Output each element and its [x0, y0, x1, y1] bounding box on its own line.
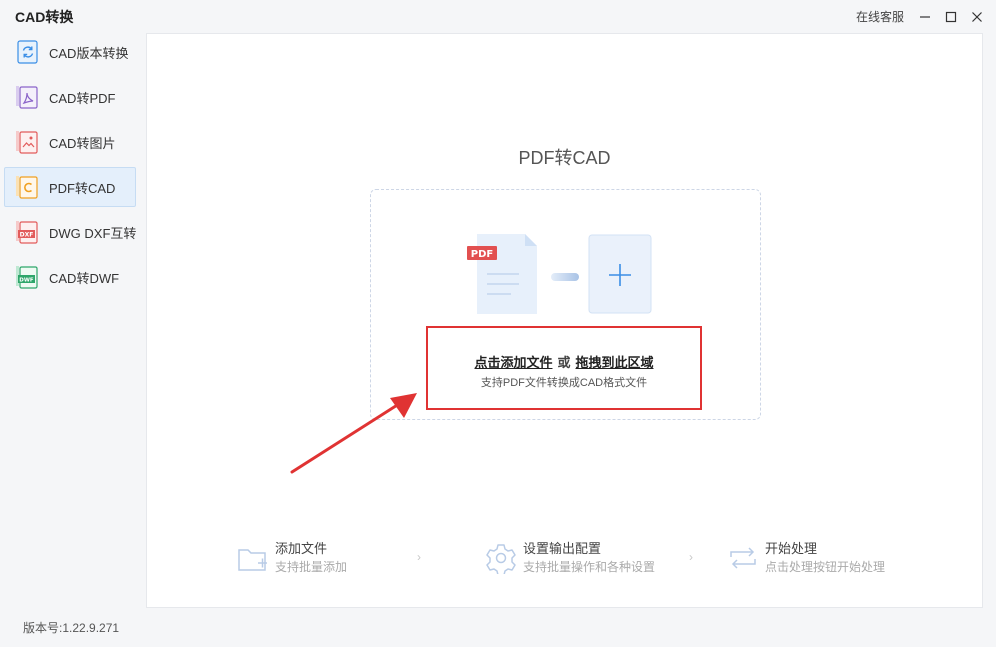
repeat-icon [730, 547, 756, 569]
minimize-icon [920, 15, 930, 18]
sidebar-item-label: DWG DXF互转 [49, 225, 137, 241]
online-service-link[interactable]: 在线客服 [856, 8, 904, 25]
pdf-badge: PDF [471, 249, 493, 260]
step-output-settings: 设置输出配置 支持批量操作和各种设置 [485, 540, 655, 576]
page-title: PDF转CAD [518, 148, 611, 168]
minimize-button[interactable] [918, 10, 932, 24]
step-separator-chevron-icon: › [689, 550, 693, 564]
pdf-file-icon [16, 86, 38, 109]
refresh-file-icon [17, 40, 38, 64]
step-title: 设置输出配置 [523, 541, 602, 556]
red-arrow-annotation [290, 393, 417, 474]
main-panel: PDF转CAD PDF 点击添加文件 或 拖拽到此区域 支持PDF文件转换成CA… [146, 33, 983, 608]
drag-here-link[interactable]: 拖拽到此区域 [576, 355, 654, 370]
maximize-button[interactable] [944, 10, 958, 24]
step-title: 添加文件 [275, 541, 328, 556]
pdf-add-illustration: PDF [467, 234, 652, 314]
sidebar-item-cad-to-image[interactable]: CAD转图片 [4, 122, 136, 162]
click-add-file-link[interactable]: 点击添加文件 [474, 355, 552, 370]
gear-icon [486, 544, 516, 574]
file-dropzone[interactable]: PDF 点击添加文件或拖拽到此区域 支持PDF文件转换成CAD格式文件 [370, 189, 761, 420]
steps-bar: 添加文件 支持批量添加 › 设置输出配置 支持批量操作和各种设置 › 开始处理 … [237, 540, 937, 580]
sidebar-item-label: PDF转CAD [49, 180, 116, 196]
sidebar-item-label: CAD转图片 [49, 135, 116, 151]
step-start-processing: 开始处理 点击处理按钮开始处理 [727, 540, 885, 576]
step-subtitle: 支持批量添加 [275, 560, 348, 574]
step-title: 开始处理 [765, 541, 818, 556]
sidebar-item-cad-version[interactable]: CAD版本转换 [4, 32, 136, 72]
instruction-highlight-box: 点击添加文件或拖拽到此区域 支持PDF文件转换成CAD格式文件 [426, 326, 702, 410]
sidebar-item-dwg-dxf[interactable]: DXF DWG DXF互转 [4, 212, 136, 252]
version-label: 版本号:1.22.9.271 [23, 621, 120, 635]
app-title: CAD转换 [15, 9, 74, 25]
sidebar-item-cad-to-dwf[interactable]: DWF CAD转DWF [4, 257, 136, 297]
svg-text:DWF: DWF [19, 278, 34, 284]
sidebar-item-label: CAD转PDF [49, 90, 116, 106]
sidebar-item-label: CAD版本转换 [49, 45, 129, 61]
title-bar: CAD转换 在线客服 [0, 0, 996, 34]
close-button[interactable] [970, 10, 984, 24]
dropzone-subtext: 支持PDF文件转换成CAD格式文件 [480, 377, 648, 389]
svg-text:DXF: DXF [20, 232, 34, 239]
sidebar-item-pdf-to-cad[interactable]: PDF转CAD [4, 167, 136, 207]
sidebar-item-label: CAD转DWF [49, 270, 120, 286]
image-file-icon [16, 131, 38, 154]
step-add-file: 添加文件 支持批量添加 [237, 540, 347, 576]
sidebar-item-cad-to-pdf[interactable]: CAD转PDF [4, 77, 136, 117]
step-subtitle: 点击处理按钮开始处理 [765, 560, 886, 574]
close-icon [972, 11, 982, 22]
window-controls: 在线客服 [856, 8, 984, 25]
dwf-file-icon: DWF [16, 266, 38, 289]
dxf-file-icon: DXF [16, 221, 38, 244]
step-subtitle: 支持批量操作和各种设置 [523, 560, 656, 574]
step-separator-chevron-icon: › [417, 550, 421, 564]
folder-add-icon [238, 549, 267, 571]
dropzone-instruction: 点击添加文件或拖拽到此区域 [428, 352, 700, 371]
or-text: 或 [557, 355, 571, 370]
maximize-icon [945, 11, 957, 22]
cad-file-icon [16, 176, 38, 199]
